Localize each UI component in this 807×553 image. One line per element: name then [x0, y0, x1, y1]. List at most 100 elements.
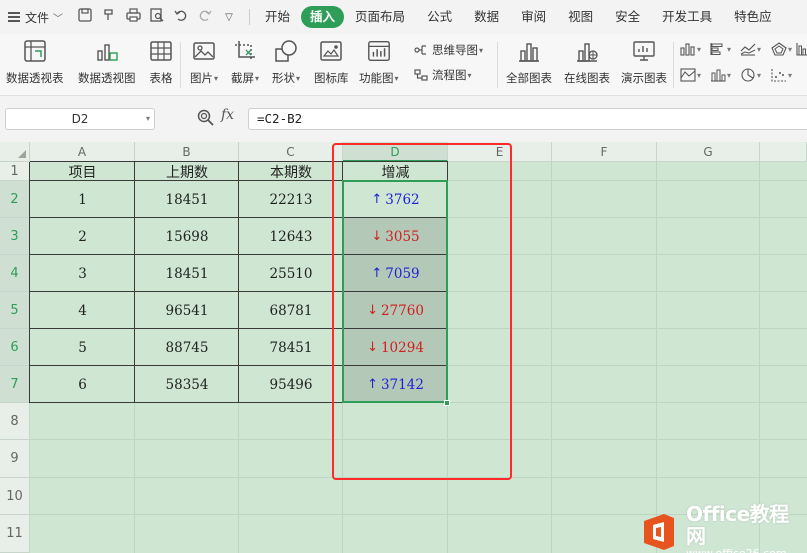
- select-all-corner[interactable]: [0, 142, 30, 162]
- format-painter-icon[interactable]: [99, 8, 119, 26]
- change-cell[interactable]: ↓ 3055: [343, 218, 448, 255]
- row-header-7[interactable]: 7: [0, 366, 30, 403]
- tab-view[interactable]: 视图: [557, 6, 604, 28]
- tab-special[interactable]: 特色应: [723, 6, 783, 28]
- header-cell-b[interactable]: 上期数: [135, 162, 239, 181]
- column-header-a[interactable]: A: [30, 142, 135, 162]
- tab-formulas[interactable]: 公式: [416, 6, 463, 28]
- function-chart-button[interactable]: 功能图 ▾: [359, 38, 399, 86]
- demo-charts-icon: [631, 38, 657, 64]
- redo-icon[interactable]: [195, 8, 215, 26]
- worksheet-grid[interactable]: A B C D E F G 1 2 3 4 5 6 7 8 9 10 11 项目 上期数 本期数 增减 1 18451 2221…: [0, 142, 807, 553]
- name-box[interactable]: D2 ▾: [5, 108, 155, 130]
- column-header-b[interactable]: B: [135, 142, 239, 162]
- column-header-overflow[interactable]: [760, 142, 807, 162]
- change-cell[interactable]: ↑ 7059: [343, 255, 448, 292]
- item-cell[interactable]: 4: [30, 292, 135, 329]
- change-cell[interactable]: ↑ 3762: [343, 181, 448, 218]
- curr-value-cell[interactable]: 68781: [239, 292, 343, 329]
- tab-home[interactable]: 开始: [254, 6, 301, 28]
- header-cell-a[interactable]: 项目: [30, 162, 135, 181]
- undo-icon[interactable]: [171, 8, 191, 26]
- item-cell[interactable]: 3: [30, 255, 135, 292]
- demo-charts-button[interactable]: 演示图表: [621, 38, 667, 86]
- column-header-c[interactable]: C: [239, 142, 343, 162]
- prev-value-cell[interactable]: 58354: [135, 366, 239, 403]
- header-cell-d[interactable]: 增减: [343, 162, 448, 181]
- formula-input[interactable]: =C2-B2: [248, 108, 807, 130]
- curr-value-cell[interactable]: 22213: [239, 181, 343, 218]
- shape-button[interactable]: 形状 ▾: [272, 38, 300, 86]
- table-border: [30, 291, 448, 292]
- tab-insert[interactable]: 插入: [301, 6, 345, 28]
- curr-value-cell[interactable]: 12643: [239, 218, 343, 255]
- chevron-down-icon[interactable]: ▾: [146, 109, 150, 129]
- item-cell[interactable]: 1: [30, 181, 135, 218]
- row-header-4[interactable]: 4: [0, 255, 30, 292]
- column-header-g[interactable]: G: [657, 142, 760, 162]
- fill-handle[interactable]: [444, 400, 450, 406]
- insert-function-button[interactable]: fx: [221, 107, 234, 123]
- table-button[interactable]: 表格: [148, 38, 174, 86]
- prev-value-cell[interactable]: 15698: [135, 218, 239, 255]
- row-header-10[interactable]: 10: [0, 478, 30, 515]
- curr-value-cell[interactable]: 78451: [239, 329, 343, 366]
- pie-chart-mini-button[interactable]: ▾: [740, 68, 761, 82]
- screenshot-button[interactable]: 截屏 ▾: [231, 38, 259, 86]
- row-header-11[interactable]: 11: [0, 515, 30, 553]
- change-cell[interactable]: ↓ 10294: [343, 329, 448, 366]
- row-header-3[interactable]: 3: [0, 218, 30, 255]
- function-chart-label: 功能图: [359, 71, 394, 85]
- flowchart-label: 流程图: [432, 68, 467, 82]
- flowchart-button[interactable]: 流程图 ▾: [413, 67, 472, 83]
- row-header-2[interactable]: 2: [0, 181, 30, 218]
- row-header-5[interactable]: 5: [0, 292, 30, 329]
- column-chart-mini-button[interactable]: ▾: [680, 42, 701, 56]
- line-chart-mini-button[interactable]: ▾: [740, 42, 761, 56]
- pivot-chart-button[interactable]: 数据透视图: [78, 38, 136, 86]
- row-header-1[interactable]: 1: [0, 162, 30, 181]
- item-cell[interactable]: 2: [30, 218, 135, 255]
- find-function-icon[interactable]: [196, 108, 216, 128]
- curr-value-cell[interactable]: 25510: [239, 255, 343, 292]
- bar-chart-mini-button[interactable]: ▾: [710, 42, 731, 56]
- row-header-9[interactable]: 9: [0, 440, 30, 478]
- customize-toolbar-icon[interactable]: ▽: [219, 12, 239, 23]
- area-chart-mini-button[interactable]: ▾: [680, 68, 701, 82]
- change-cell[interactable]: ↑ 37142: [343, 366, 448, 403]
- scatter-chart-mini-button[interactable]: ▾: [771, 68, 792, 82]
- change-cell[interactable]: ↓ 27760: [343, 292, 448, 329]
- all-charts-button[interactable]: 全部图表: [506, 38, 552, 86]
- tab-page-layout[interactable]: 页面布局: [344, 6, 416, 28]
- online-charts-button[interactable]: 在线图表: [564, 38, 610, 86]
- print-icon[interactable]: [123, 8, 143, 26]
- prev-value-cell[interactable]: 18451: [135, 255, 239, 292]
- prev-value-cell[interactable]: 18451: [135, 181, 239, 218]
- radar-chart-mini-button[interactable]: ▾: [771, 42, 792, 56]
- column-header-f[interactable]: F: [552, 142, 657, 162]
- tab-security[interactable]: 安全: [604, 6, 651, 28]
- tab-review[interactable]: 审阅: [510, 6, 557, 28]
- row-header-8[interactable]: 8: [0, 403, 30, 440]
- item-cell[interactable]: 5: [30, 329, 135, 366]
- prev-value-cell[interactable]: 88745: [135, 329, 239, 366]
- curr-value-cell[interactable]: 95496: [239, 366, 343, 403]
- prev-value-cell[interactable]: 96541: [135, 292, 239, 329]
- column-header-d[interactable]: D: [343, 142, 448, 162]
- stock-chart-mini-button[interactable]: ▾: [710, 68, 731, 82]
- icon-library-button[interactable]: 图标库: [314, 38, 349, 86]
- pivot-table-button[interactable]: 数据透视表: [6, 38, 64, 86]
- tab-developer[interactable]: 开发工具: [651, 6, 723, 28]
- item-cell[interactable]: 6: [30, 366, 135, 403]
- tab-data[interactable]: 数据: [463, 6, 510, 28]
- arrow-down-icon: ↓: [367, 303, 378, 318]
- row-header-6[interactable]: 6: [0, 329, 30, 366]
- picture-button[interactable]: 图片 ▾: [190, 38, 218, 86]
- header-cell-c[interactable]: 本期数: [239, 162, 343, 181]
- save-icon[interactable]: [75, 8, 95, 26]
- column-header-e[interactable]: E: [448, 142, 552, 162]
- mind-map-button[interactable]: 思维导图 ▾: [413, 42, 483, 58]
- more-charts-mini-button[interactable]: [796, 42, 807, 56]
- file-menu[interactable]: 文件 ﹀: [0, 0, 69, 34]
- print-preview-icon[interactable]: [147, 8, 167, 26]
